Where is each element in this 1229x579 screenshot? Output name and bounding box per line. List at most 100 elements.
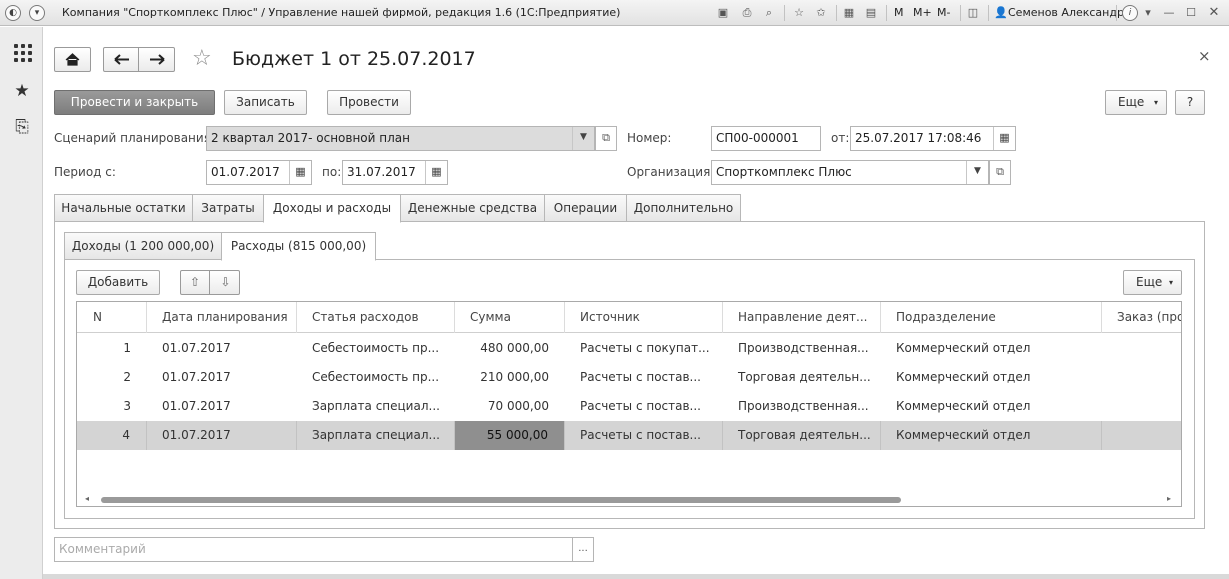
tab-additional[interactable]: Дополнительно xyxy=(626,194,741,222)
cell-article: Себестоимость пр... xyxy=(312,341,440,355)
bookmark-icon[interactable]: ✩ xyxy=(814,6,828,20)
cell-n: 4 xyxy=(77,421,147,450)
organization-field[interactable]: Спорткомплекс Плюс ▼ xyxy=(711,160,989,185)
subtab-expenses[interactable]: Расходы (815 000,00) xyxy=(221,232,376,261)
scroll-left-icon[interactable]: ◂ xyxy=(85,494,89,503)
tab-cash[interactable]: Денежные средства xyxy=(400,194,545,222)
scroll-right-icon[interactable]: ▸ xyxy=(1167,494,1171,503)
period-from-field[interactable]: 01.07.2017 ▦ xyxy=(206,160,312,185)
cell-sum: 480 000,00 xyxy=(480,341,549,355)
sections-menu-icon[interactable] xyxy=(14,44,32,62)
tab-initial-balances[interactable]: Начальные остатки xyxy=(54,194,193,222)
cell-article: Зарплата специал... xyxy=(312,399,440,413)
main-menu-icon[interactable]: ▾ xyxy=(29,5,45,21)
table-row[interactable]: 2 01.07.2017 Себестоимость пр... 210 000… xyxy=(77,363,1181,392)
info-icon[interactable]: i xyxy=(1122,5,1138,21)
forward-button[interactable] xyxy=(140,48,175,71)
open-link-icon[interactable]: ⧉ xyxy=(595,126,617,151)
period-from-value: 01.07.2017 xyxy=(211,165,280,179)
window-titlebar: ◐ ▾ Компания "Спорткомплекс Плюс" / Упра… xyxy=(0,0,1229,26)
memory-plus-button[interactable]: M+ xyxy=(913,6,932,19)
tab-costs[interactable]: Затраты xyxy=(192,194,264,222)
app-menu-icon[interactable]: ◐ xyxy=(5,5,21,21)
col-department[interactable]: Подразделение xyxy=(881,302,1102,333)
left-sections-panel: ★ ⎘ xyxy=(0,27,43,579)
subtab-income[interactable]: Доходы (1 200 000,00) xyxy=(64,232,222,260)
cell-date: 01.07.2017 xyxy=(147,421,297,450)
cell-n: 2 xyxy=(123,370,131,384)
table-row[interactable]: 1 01.07.2017 Себестоимость пр... 480 000… xyxy=(77,334,1181,363)
col-order[interactable]: Заказ (про xyxy=(1102,302,1181,333)
calendar-icon[interactable]: ▦ xyxy=(993,127,1015,150)
tab-operations[interactable]: Операции xyxy=(544,194,627,222)
period-to-field[interactable]: 31.07.2017 ▦ xyxy=(342,160,448,185)
back-button[interactable] xyxy=(104,48,139,71)
minimize-icon[interactable]: — xyxy=(1162,6,1176,20)
calendar-icon[interactable]: ▦ xyxy=(425,161,447,184)
tab-income-expenses[interactable]: Доходы и расходы xyxy=(263,194,401,223)
cell-sum-current[interactable]: 55 000,00 xyxy=(455,421,565,450)
horizontal-scrollbar[interactable]: ◂ ▸ xyxy=(77,492,1181,506)
dropdown-icon: ▾ xyxy=(1153,98,1158,107)
favorites-star-icon[interactable]: ★ xyxy=(12,81,32,101)
cell-direction: Производственная... xyxy=(738,399,869,413)
post-and-close-button[interactable]: Провести и закрыть xyxy=(54,90,215,115)
expenses-table[interactable]: N Дата планирования Статья расходов Сумм… xyxy=(76,301,1182,507)
organization-value: Спорткомплекс Плюс xyxy=(716,165,852,179)
print-icon[interactable]: ⎙ xyxy=(740,6,754,20)
calendar-icon[interactable]: ▦ xyxy=(289,161,311,184)
post-button[interactable]: Провести xyxy=(327,90,411,115)
window-title: Компания "Спорткомплекс Плюс" / Управлен… xyxy=(62,6,621,19)
help-button[interactable]: ? xyxy=(1175,90,1205,115)
col-direction[interactable]: Направление деят... xyxy=(723,302,881,333)
dropdown-icon[interactable]: ▼ xyxy=(966,161,988,184)
cell-n: 1 xyxy=(123,341,131,355)
table-row-selected[interactable]: 4 01.07.2017 Зарплата специал... 55 000,… xyxy=(77,421,1181,450)
add-row-button[interactable]: Добавить xyxy=(76,270,160,295)
cell-department: Коммерческий отдел xyxy=(896,399,1031,413)
period-to-label: по: xyxy=(322,165,342,179)
open-link-icon[interactable]: ⧉ xyxy=(989,160,1011,185)
col-n[interactable]: N xyxy=(77,302,147,333)
maximize-icon[interactable]: ☐ xyxy=(1184,6,1198,20)
panels-icon[interactable]: ◫ xyxy=(966,6,980,20)
favorite-icon[interactable]: ☆ xyxy=(792,6,806,20)
period-to-value: 31.07.2017 xyxy=(347,165,416,179)
col-source[interactable]: Источник xyxy=(565,302,723,333)
cell-sum: 210 000,00 xyxy=(480,370,549,384)
info-dropdown-icon[interactable]: ▾ xyxy=(1141,6,1155,20)
comment-expand-button[interactable]: ... xyxy=(572,537,594,562)
favorite-star-icon[interactable]: ☆ xyxy=(192,46,212,71)
nav-arrows-group xyxy=(103,47,175,72)
number-field[interactable]: СП00-000001 xyxy=(711,126,821,151)
memory-minus-button[interactable]: M- xyxy=(937,6,950,19)
history-icon[interactable]: ⎘ xyxy=(12,117,32,137)
more-menu-button[interactable]: Еще ▾ xyxy=(1105,90,1167,115)
comment-input[interactable]: Комментарий xyxy=(54,537,573,562)
col-article[interactable]: Статья расходов xyxy=(297,302,455,333)
dropdown-icon: ▾ xyxy=(1168,278,1173,287)
date-field[interactable]: 25.07.2017 17:08:46 ▦ xyxy=(850,126,1016,151)
table-more-button[interactable]: Еще ▾ xyxy=(1123,270,1182,295)
home-button[interactable] xyxy=(54,47,91,72)
table-row[interactable]: 3 01.07.2017 Зарплата специал... 70 000,… xyxy=(77,392,1181,421)
scrollbar-thumb[interactable] xyxy=(101,497,901,503)
user-name[interactable]: Семенов Александр xyxy=(1008,6,1124,19)
close-form-icon[interactable]: × xyxy=(1198,47,1211,65)
dropdown-icon[interactable]: ▼ xyxy=(572,127,594,150)
move-down-icon[interactable]: ⇩ xyxy=(211,271,240,294)
calculator-icon[interactable]: ▦ xyxy=(842,6,856,20)
move-up-icon[interactable]: ⇧ xyxy=(181,271,210,294)
memory-m-button[interactable]: M xyxy=(894,6,904,19)
col-date[interactable]: Дата планирования xyxy=(147,302,297,333)
col-sum[interactable]: Сумма xyxy=(455,302,565,333)
save-button[interactable]: Записать xyxy=(224,90,307,115)
calendar-icon[interactable]: ▤ xyxy=(864,6,878,20)
save-icon[interactable]: ▣ xyxy=(716,6,730,20)
scenario-field[interactable]: 2 квартал 2017- основной план ▼ xyxy=(206,126,595,151)
comment-placeholder: Комментарий xyxy=(59,542,146,556)
cell-source: Расчеты с постав... xyxy=(580,399,701,413)
close-window-icon[interactable]: ✕ xyxy=(1207,6,1221,20)
preview-icon[interactable]: ⌕ xyxy=(762,6,776,20)
cell-order xyxy=(1102,421,1181,450)
